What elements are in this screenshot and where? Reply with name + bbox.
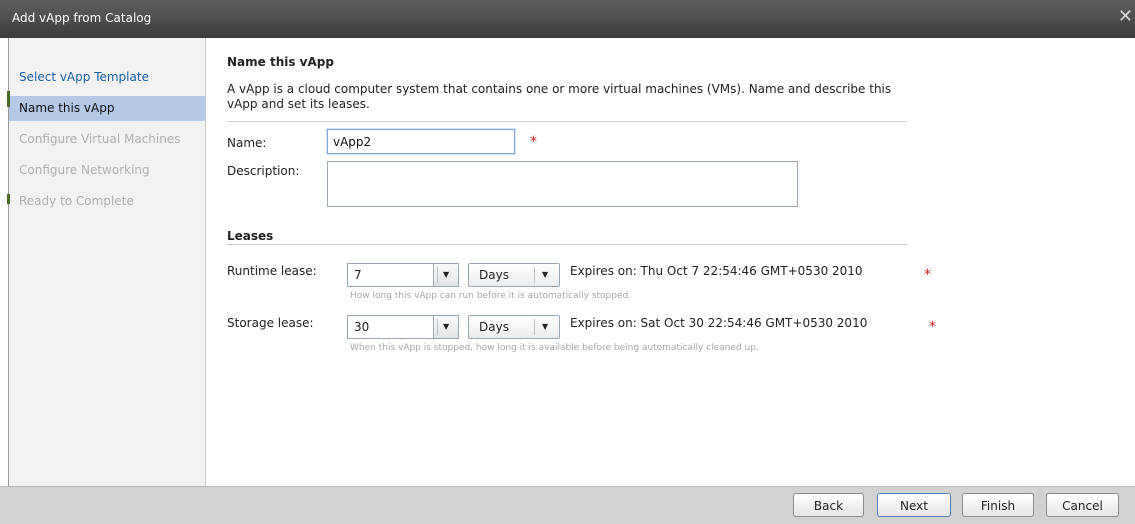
next-button[interactable]: Next (877, 493, 951, 517)
storage-lease-label: Storage lease: (227, 316, 314, 330)
name-label: Name: (227, 136, 267, 150)
divider (227, 121, 907, 122)
required-marker: * (530, 134, 537, 150)
runtime-lease-unit-select[interactable]: Days ▼ (468, 263, 560, 287)
runtime-lease-unit: Days (479, 268, 509, 282)
step-select-vapp-template[interactable]: Select vApp Template (9, 65, 205, 90)
step-name-this-vapp[interactable]: Name this vApp (9, 96, 205, 121)
storage-lease-hint: When this vApp is stopped, how long it i… (350, 343, 759, 353)
runtime-lease-expires: Expires on: Thu Oct 7 22:54:46 GMT+0530 … (570, 264, 863, 278)
storage-lease-value[interactable]: 30 (347, 315, 435, 339)
close-icon[interactable]: ✕ (1118, 8, 1133, 26)
dialog-footer: Back Next Finish Cancel (0, 486, 1135, 524)
description-label: Description: (227, 164, 300, 178)
step-ready-to-complete: Ready to Complete (19, 194, 134, 208)
wizard-steps-sidebar: Select vApp Template Name this vApp Conf… (9, 38, 206, 486)
page-description: A vApp is a cloud computer system that c… (227, 82, 892, 111)
step-marker (7, 194, 10, 204)
required-marker: * (924, 267, 931, 283)
finish-button[interactable]: Finish (962, 493, 1034, 517)
storage-lease-dropdown-button[interactable]: ▼ (433, 315, 459, 339)
step-configure-virtual-machines: Configure Virtual Machines (19, 132, 181, 146)
chevron-down-icon: ▼ (542, 270, 549, 279)
required-marker: * (929, 319, 936, 335)
storage-lease-combo[interactable]: 30 ▼ (347, 315, 459, 339)
chevron-down-icon: ▼ (443, 322, 450, 331)
dialog-titlebar: Add vApp from Catalog ✕ (0, 0, 1135, 38)
back-button[interactable]: Back (793, 493, 864, 517)
runtime-lease-combo[interactable]: 7 ▼ (347, 263, 459, 287)
runtime-lease-dropdown-button[interactable]: ▼ (433, 263, 459, 287)
step-configure-networking: Configure Networking (19, 163, 150, 177)
step-marker (7, 91, 10, 107)
leases-title: Leases (227, 229, 274, 243)
chevron-down-icon: ▼ (542, 322, 549, 331)
cancel-button[interactable]: Cancel (1046, 493, 1119, 517)
dialog-title: Add vApp from Catalog (12, 11, 152, 25)
storage-lease-expires: Expires on: Sat Oct 30 22:54:46 GMT+0530… (570, 316, 868, 330)
storage-lease-unit: Days (479, 320, 509, 334)
add-vapp-dialog: Add vApp from Catalog ✕ Select vApp Temp… (0, 0, 1135, 524)
divider (227, 244, 907, 245)
page-title: Name this vApp (227, 55, 334, 69)
divider (534, 319, 535, 335)
description-input[interactable] (327, 161, 798, 207)
runtime-lease-hint: How long this vApp can run before it is … (350, 291, 632, 301)
storage-lease-unit-select[interactable]: Days ▼ (468, 315, 560, 339)
runtime-lease-value[interactable]: 7 (347, 263, 435, 287)
runtime-lease-label: Runtime lease: (227, 264, 317, 278)
chevron-down-icon: ▼ (443, 270, 450, 279)
main-panel: Name this vApp A vApp is a cloud compute… (206, 38, 1135, 486)
name-input[interactable] (327, 129, 515, 154)
divider (534, 267, 535, 283)
